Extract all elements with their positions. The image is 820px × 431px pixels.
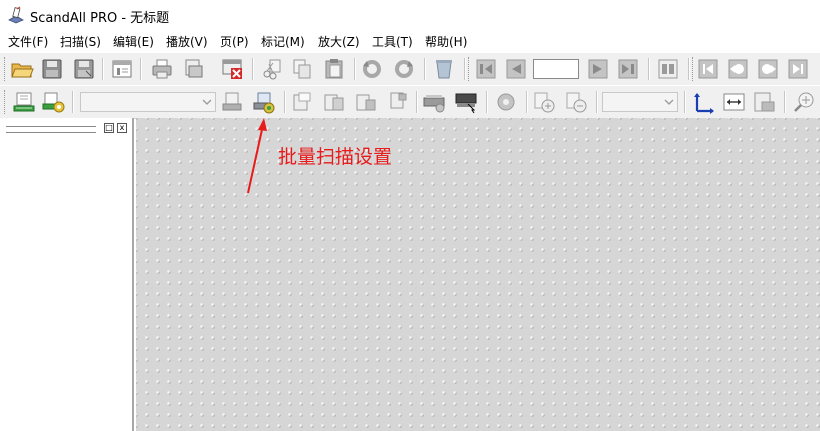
- scanner-setup-icon[interactable]: [422, 90, 446, 114]
- toolbar-separator: [102, 58, 103, 80]
- menu-help[interactable]: 帮助(H): [425, 33, 467, 50]
- scanner-select-icon[interactable]: [454, 90, 478, 114]
- zoom-ratio-dropdown[interactable]: [602, 92, 678, 112]
- menu-mark[interactable]: 标记(M): [261, 33, 305, 50]
- toolbar-separator: [424, 58, 425, 80]
- toolbar-separator: [684, 91, 685, 113]
- skip-back-icon[interactable]: [726, 57, 750, 81]
- replace-page-icon[interactable]: [386, 90, 410, 114]
- left-thumbnail-panel: □ x: [0, 118, 134, 431]
- annotation-label: 批量扫描设置: [278, 146, 393, 168]
- panel-close-button[interactable]: x: [117, 123, 127, 133]
- menu-scan[interactable]: 扫描(S): [60, 33, 101, 50]
- toolbar-separator: [354, 58, 355, 80]
- last-page-icon[interactable]: [616, 57, 640, 81]
- previous-page-icon[interactable]: [504, 57, 528, 81]
- document-workspace[interactable]: [136, 118, 820, 431]
- chevron-down-icon: [202, 99, 212, 105]
- recycle-bin-icon[interactable]: [432, 57, 456, 81]
- menu-file[interactable]: 文件(F): [8, 33, 48, 50]
- rotate-left-icon[interactable]: [360, 57, 384, 81]
- chevron-down-icon: [664, 99, 674, 105]
- delete-page-icon[interactable]: [220, 57, 244, 81]
- toolbar-separator: [284, 91, 285, 113]
- print-preview-icon[interactable]: [182, 57, 206, 81]
- toolbar-separator: [252, 58, 253, 80]
- panel-header: □ x: [4, 123, 130, 135]
- cut-icon[interactable]: [260, 57, 284, 81]
- panel-restore-button[interactable]: □: [104, 123, 114, 133]
- toolbar-grip[interactable]: [468, 57, 472, 81]
- first-page-icon[interactable]: [474, 57, 498, 81]
- toolbar-separator: [784, 91, 785, 113]
- skip-first-icon[interactable]: [696, 57, 720, 81]
- coordinate-axes-icon[interactable]: [692, 90, 716, 114]
- scandall-app-icon: [8, 6, 24, 24]
- merge-page-icon[interactable]: [322, 90, 346, 114]
- fit-width-icon[interactable]: [722, 90, 746, 114]
- title-bar: ScandAll PRO - 无标题: [0, 0, 820, 30]
- toolbar-separator: [72, 91, 73, 113]
- toolbar-separator: [596, 91, 597, 113]
- split-page-icon[interactable]: [290, 90, 314, 114]
- toolbar-separator: [688, 58, 689, 80]
- copy-icon[interactable]: [290, 57, 314, 81]
- play-icon[interactable]: [756, 57, 780, 81]
- zoom-page-out-icon[interactable]: [564, 90, 588, 114]
- menu-play[interactable]: 播放(V): [166, 33, 208, 50]
- next-page-icon[interactable]: [586, 57, 610, 81]
- print-icon[interactable]: [150, 57, 174, 81]
- toolbar-separator: [464, 58, 465, 80]
- skip-last-icon[interactable]: [786, 57, 810, 81]
- fit-page-icon[interactable]: [752, 90, 776, 114]
- zoom-page-in-icon[interactable]: [532, 90, 556, 114]
- toolbar-separator: [486, 91, 487, 113]
- image-adjust-icon[interactable]: [494, 90, 518, 114]
- scan-profile-dropdown[interactable]: [80, 92, 216, 112]
- toolbar-separator: [140, 58, 141, 80]
- rotate-right-icon[interactable]: [392, 57, 416, 81]
- scan-icon[interactable]: [12, 90, 36, 114]
- scan-settings-icon[interactable]: [42, 90, 66, 114]
- standard-toolbar: [0, 52, 820, 86]
- menu-bar: 文件(F) 扫描(S) 编辑(E) 播放(V) 页(P) 标记(M) 放大(Z)…: [0, 30, 820, 51]
- toolbar-separator: [416, 91, 417, 113]
- open-folder-icon[interactable]: [10, 57, 34, 81]
- properties-icon[interactable]: [110, 57, 134, 81]
- insert-page-icon[interactable]: [354, 90, 378, 114]
- panel-drag-grip[interactable]: [6, 126, 96, 133]
- page-number-field[interactable]: [533, 59, 579, 79]
- toolbar-separator: [526, 91, 527, 113]
- menu-zoom[interactable]: 放大(Z): [318, 33, 360, 50]
- batch-scan-icon[interactable]: [220, 90, 244, 114]
- paste-icon[interactable]: [322, 57, 346, 81]
- toolbar-grip[interactable]: [4, 57, 8, 81]
- scan-toolbar: [0, 85, 820, 119]
- menu-tools[interactable]: 工具(T): [372, 33, 413, 50]
- batch-scan-settings-icon[interactable]: [252, 90, 276, 114]
- menu-edit[interactable]: 编辑(E): [113, 33, 154, 50]
- save-icon[interactable]: [40, 57, 64, 81]
- window-title: ScandAll PRO - 无标题: [30, 11, 170, 26]
- menu-page[interactable]: 页(P): [220, 33, 249, 50]
- toolbar-grip[interactable]: [4, 90, 8, 114]
- toolbar-separator: [648, 58, 649, 80]
- zoom-in-icon[interactable]: [792, 90, 816, 114]
- save-as-icon[interactable]: [72, 57, 96, 81]
- thumbnail-view-icon[interactable]: [656, 57, 680, 81]
